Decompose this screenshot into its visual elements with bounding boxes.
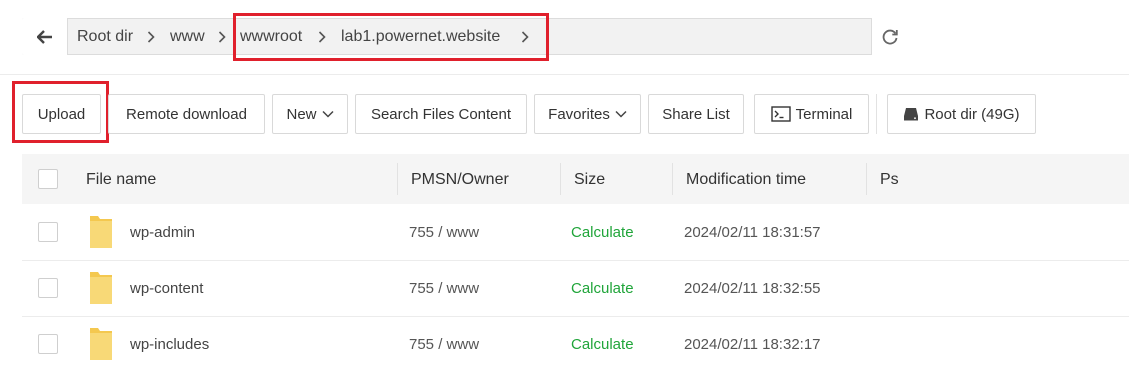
row-checkbox[interactable] <box>38 334 58 354</box>
chevron-right-icon <box>147 18 155 55</box>
back-button[interactable] <box>22 18 68 55</box>
search-files-content-button[interactable]: Search Files Content <box>355 94 527 134</box>
new-dropdown-button[interactable]: New <box>272 94 348 134</box>
back-arrow-icon <box>36 29 52 44</box>
column-separator <box>560 163 561 195</box>
row-checkbox[interactable] <box>38 278 58 298</box>
row-checkbox[interactable] <box>38 222 58 242</box>
column-header-pmsn-owner[interactable]: PMSN/Owner <box>411 154 509 204</box>
column-separator <box>866 163 867 195</box>
permission-owner[interactable]: 755 / www <box>409 224 479 241</box>
column-header-file-name[interactable]: File name <box>86 154 156 204</box>
root-dir-label: Root dir (49G) <box>924 105 1020 123</box>
modification-time: 2024/02/11 18:31:57 <box>684 224 821 241</box>
folder-icon <box>90 216 112 248</box>
terminal-icon <box>770 106 791 122</box>
breadcrumb-highlight <box>233 13 549 61</box>
divider <box>0 74 1129 75</box>
root-dir-disk-button[interactable]: Root dir (49G) <box>887 94 1036 134</box>
favorites-dropdown-button[interactable]: Favorites <box>534 94 641 134</box>
remote-download-button[interactable]: Remote download <box>108 94 265 134</box>
calculate-size-link[interactable]: Calculate <box>571 336 634 353</box>
modification-time: 2024/02/11 18:32:17 <box>684 336 821 353</box>
column-separator <box>672 163 673 195</box>
calculate-size-link[interactable]: Calculate <box>571 280 634 297</box>
share-list-label: Share List <box>662 105 730 123</box>
refresh-icon <box>882 29 898 44</box>
modification-time: 2024/02/11 18:32:55 <box>684 280 821 297</box>
file-name[interactable]: wp-content <box>130 280 203 297</box>
file-name[interactable]: wp-admin <box>130 224 195 241</box>
terminal-label: Terminal <box>795 105 853 123</box>
upload-highlight <box>12 81 109 143</box>
remote-download-label: Remote download <box>126 105 247 123</box>
refresh-button[interactable] <box>871 18 908 55</box>
column-header-size[interactable]: Size <box>574 154 605 204</box>
new-label: New <box>286 105 317 123</box>
favorites-label: Favorites <box>548 105 610 123</box>
search-files-content-label: Search Files Content <box>370 105 512 123</box>
share-list-button[interactable]: Share List <box>648 94 744 134</box>
breadcrumb-item-root[interactable]: Root dir <box>77 18 133 55</box>
disk-icon <box>904 108 919 121</box>
chevron-down-icon <box>321 110 334 118</box>
terminal-button[interactable]: Terminal <box>754 94 869 134</box>
select-all-checkbox[interactable] <box>38 169 58 189</box>
column-header-ps[interactable]: Ps <box>880 154 899 204</box>
column-separator <box>397 163 398 195</box>
permission-owner[interactable]: 755 / www <box>409 336 479 353</box>
chevron-down-icon <box>615 110 627 118</box>
breadcrumb-item-www[interactable]: www <box>170 18 205 55</box>
folder-icon <box>90 328 112 360</box>
chevron-right-icon <box>218 18 226 55</box>
toolbar-separator <box>876 94 877 134</box>
calculate-size-link[interactable]: Calculate <box>571 224 634 241</box>
permission-owner[interactable]: 755 / www <box>409 280 479 297</box>
folder-icon <box>90 272 112 304</box>
column-header-modification-time[interactable]: Modification time <box>686 154 806 204</box>
file-name[interactable]: wp-includes <box>130 336 209 353</box>
